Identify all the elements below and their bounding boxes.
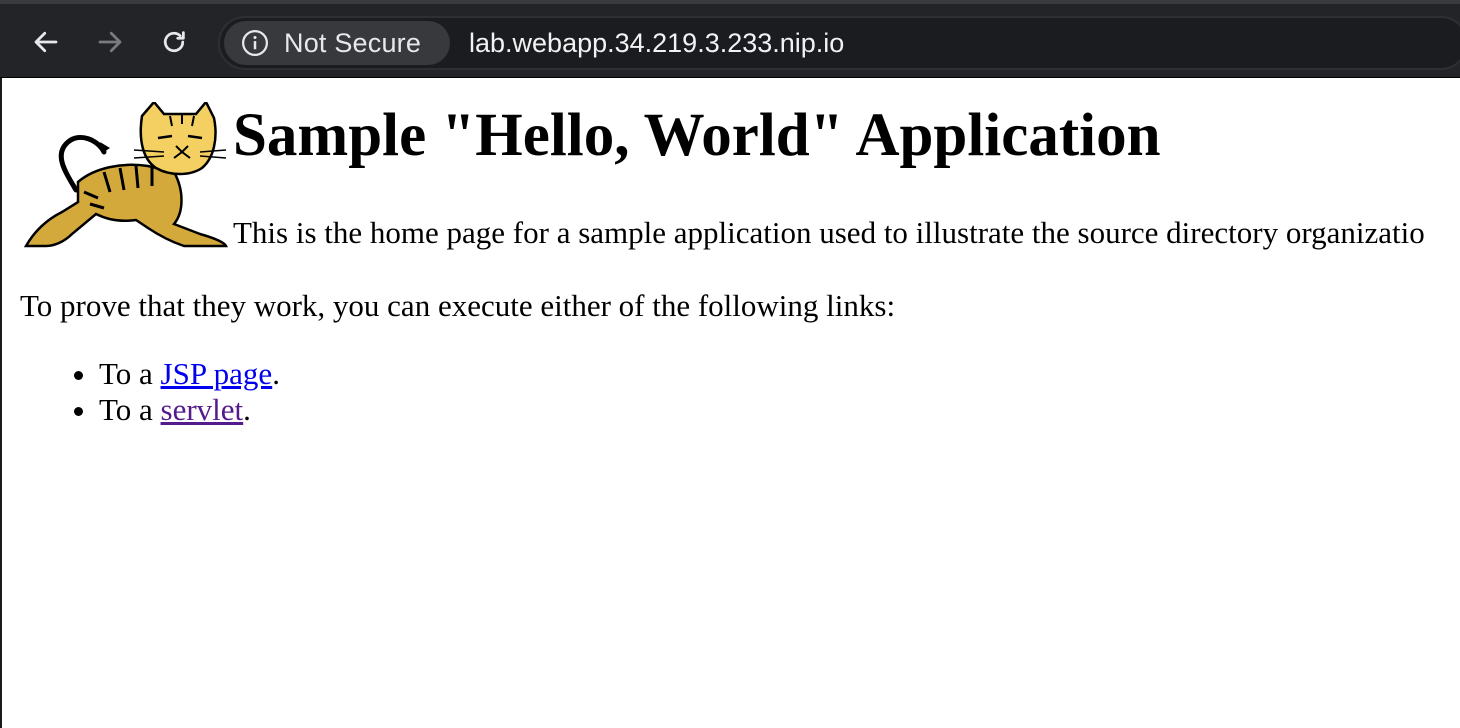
page-title: Sample "Hello, World" Application xyxy=(233,102,1161,169)
security-label: Not Secure xyxy=(284,27,422,58)
prove-paragraph: To prove that they work, you can execute… xyxy=(20,288,896,323)
info-icon xyxy=(242,30,268,56)
list-item: To a servlet. xyxy=(99,392,280,428)
forward-arrow-icon xyxy=(98,31,122,53)
back-arrow-icon xyxy=(34,31,58,53)
security-chip[interactable]: Not Secure xyxy=(224,21,450,65)
forward-button[interactable] xyxy=(90,22,130,62)
list-item-suffix: . xyxy=(272,356,280,391)
back-button[interactable] xyxy=(26,22,66,62)
intro-paragraph: This is the home page for a sample appli… xyxy=(233,215,1425,250)
servlet-link[interactable]: servlet xyxy=(161,392,244,427)
page-content: Sample "Hello, World" Application This i… xyxy=(0,78,1460,728)
list-item: To a JSP page. xyxy=(99,356,280,392)
url-text[interactable]: lab.webapp.34.219.3.233.nip.io xyxy=(469,28,844,59)
browser-toolbar: Not Secure lab.webapp.34.219.3.233.nip.i… xyxy=(0,0,1460,78)
list-item-suffix: . xyxy=(243,392,251,427)
list-item-prefix: To a xyxy=(99,356,161,391)
jsp-page-link[interactable]: JSP page xyxy=(161,356,273,391)
links-list: To a JSP page. To a servlet. xyxy=(2,356,280,428)
list-item-prefix: To a xyxy=(99,392,161,427)
tomcat-logo xyxy=(24,102,228,248)
reload-button[interactable] xyxy=(154,22,194,62)
address-bar[interactable]: Not Secure lab.webapp.34.219.3.233.nip.i… xyxy=(218,16,1460,70)
reload-icon xyxy=(163,31,185,53)
